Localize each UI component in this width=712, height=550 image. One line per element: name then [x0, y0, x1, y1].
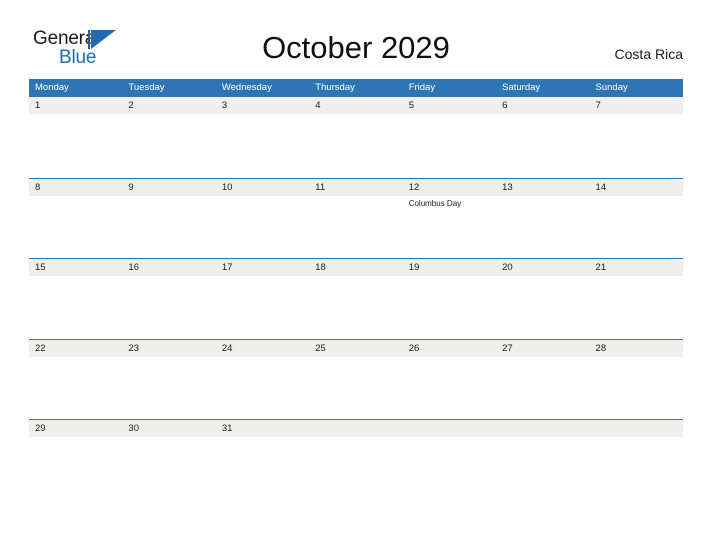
day-cell-body	[216, 357, 309, 419]
day-cell-body	[309, 437, 402, 499]
day-cell-body	[403, 357, 496, 419]
day-number-strip: 22 23 24 25 26 27 28	[29, 339, 683, 357]
day-cell-body	[122, 196, 215, 258]
weekday-header-monday: Monday	[35, 82, 69, 93]
day-number-empty	[403, 420, 496, 437]
day-number-4[interactable]: 4	[309, 97, 402, 114]
day-number-3[interactable]: 3	[216, 97, 309, 114]
page-title: October 2029	[262, 30, 450, 65]
locale-label: Costa Rica	[614, 46, 683, 62]
weekday-header-tuesday: Tuesday	[128, 82, 165, 93]
day-cell-body	[122, 276, 215, 338]
day-number-empty	[496, 420, 589, 437]
day-cell-body	[403, 114, 496, 176]
day-cell-body	[496, 276, 589, 338]
weekday-header-friday: Friday	[408, 82, 436, 93]
day-number-12[interactable]: 12	[403, 179, 496, 196]
day-number-empty	[590, 420, 683, 437]
day-number-2[interactable]: 2	[122, 97, 215, 114]
calendar-week-row: 22 23 24 25 26 27 28	[29, 338, 683, 420]
day-cell-body	[590, 276, 683, 338]
page-header: General Blue October 2029 Costa Rica	[0, 0, 712, 78]
weekday-header-wednesday: Wednesday	[221, 82, 272, 93]
day-number-strip: 1234567	[29, 97, 683, 114]
day-number-30[interactable]: 30	[122, 420, 215, 437]
day-number-13[interactable]: 13	[496, 179, 589, 196]
day-cell-body	[122, 357, 215, 419]
day-cell-body	[29, 196, 122, 258]
day-number-strip: 8 9 10 11 12 13 14	[29, 178, 683, 196]
day-number-strip: 15 16 17 18 19 20 21	[29, 259, 683, 277]
day-cell-body	[216, 196, 309, 258]
day-cell-body	[403, 276, 496, 338]
day-cell-body	[590, 196, 683, 258]
day-number-21[interactable]: 21	[590, 259, 683, 276]
day-events-strip	[29, 437, 683, 500]
calendar-week-row: 15 16 17 18 19 20 21	[29, 258, 683, 339]
weekday-header-row: Monday Tuesday Wednesday Thursday Friday Satu…	[29, 79, 683, 97]
day-cell-body	[216, 114, 309, 176]
day-events-strip	[29, 114, 683, 176]
day-number-27[interactable]: 27	[496, 340, 589, 357]
day-number-26[interactable]: 26	[403, 340, 496, 357]
day-events-strip: Columbus Day	[29, 195, 683, 258]
day-number-31[interactable]: 31	[216, 420, 309, 437]
day-events-strip	[29, 276, 683, 339]
day-cell-body	[29, 114, 122, 176]
day-cell-body	[29, 437, 122, 499]
day-cell-body	[29, 357, 122, 419]
day-number-14[interactable]: 14	[590, 179, 683, 196]
day-number-15[interactable]: 15	[29, 259, 122, 276]
day-number-22[interactable]: 22	[29, 340, 122, 357]
day-number-8[interactable]: 8	[29, 179, 122, 196]
day-cell-body	[590, 437, 683, 499]
weekday-header-sunday: Sunday	[595, 82, 628, 93]
day-number-11[interactable]: 11	[309, 179, 402, 196]
calendar-week-row: 8 9 10 11 12 13 14 Columbus Day	[29, 177, 683, 259]
day-cell-body	[216, 276, 309, 338]
day-number-empty	[309, 420, 402, 437]
day-events-strip	[29, 356, 683, 419]
day-number-9[interactable]: 9	[122, 179, 215, 196]
day-cell-body	[122, 437, 215, 499]
weekday-header-thursday: Thursday	[315, 82, 355, 93]
day-cell-body	[309, 196, 402, 258]
day-number-17[interactable]: 17	[216, 259, 309, 276]
weekday-header-saturday: Saturday	[502, 82, 541, 93]
calendar-event: Columbus Day	[408, 198, 462, 208]
day-cell-body	[590, 357, 683, 419]
day-cell-body: Columbus Day	[403, 196, 496, 258]
day-number-1[interactable]: 1	[29, 97, 122, 114]
day-number-5[interactable]: 5	[403, 97, 496, 114]
day-number-20[interactable]: 20	[496, 259, 589, 276]
day-number-strip: 29 30 31	[29, 420, 683, 438]
calendar-week-row: 29 30 31	[29, 419, 683, 500]
day-number-6[interactable]: 6	[496, 97, 589, 114]
day-number-24[interactable]: 24	[216, 340, 309, 357]
day-number-29[interactable]: 29	[29, 420, 122, 437]
day-cell-body	[122, 114, 215, 176]
day-number-18[interactable]: 18	[309, 259, 402, 276]
day-cell-body	[309, 276, 402, 338]
day-number-23[interactable]: 23	[122, 340, 215, 357]
day-number-19[interactable]: 19	[403, 259, 496, 276]
day-cell-body	[496, 357, 589, 419]
day-cell-body	[29, 276, 122, 338]
calendar-week-row: 1234567	[29, 97, 683, 178]
day-cell-body	[496, 196, 589, 258]
day-cell-body	[309, 114, 402, 176]
day-number-28[interactable]: 28	[590, 340, 683, 357]
day-cell-body	[590, 114, 683, 176]
day-cell-body	[309, 357, 402, 419]
calendar-grid: Monday Tuesday Wednesday Thursday Friday Satu…	[29, 79, 683, 500]
day-number-25[interactable]: 25	[309, 340, 402, 357]
day-number-16[interactable]: 16	[122, 259, 215, 276]
day-cell-body	[496, 114, 589, 176]
day-number-10[interactable]: 10	[216, 179, 309, 196]
day-cell-body	[496, 437, 589, 499]
day-number-7[interactable]: 7	[590, 97, 683, 114]
day-cell-body	[403, 437, 496, 499]
day-cell-body	[216, 437, 309, 499]
calendar-weeks: 1 2 3 4 5 6 7 8 9 10 11 12 13 14 Columbus Day 15 16 17 18 1…	[29, 97, 683, 500]
